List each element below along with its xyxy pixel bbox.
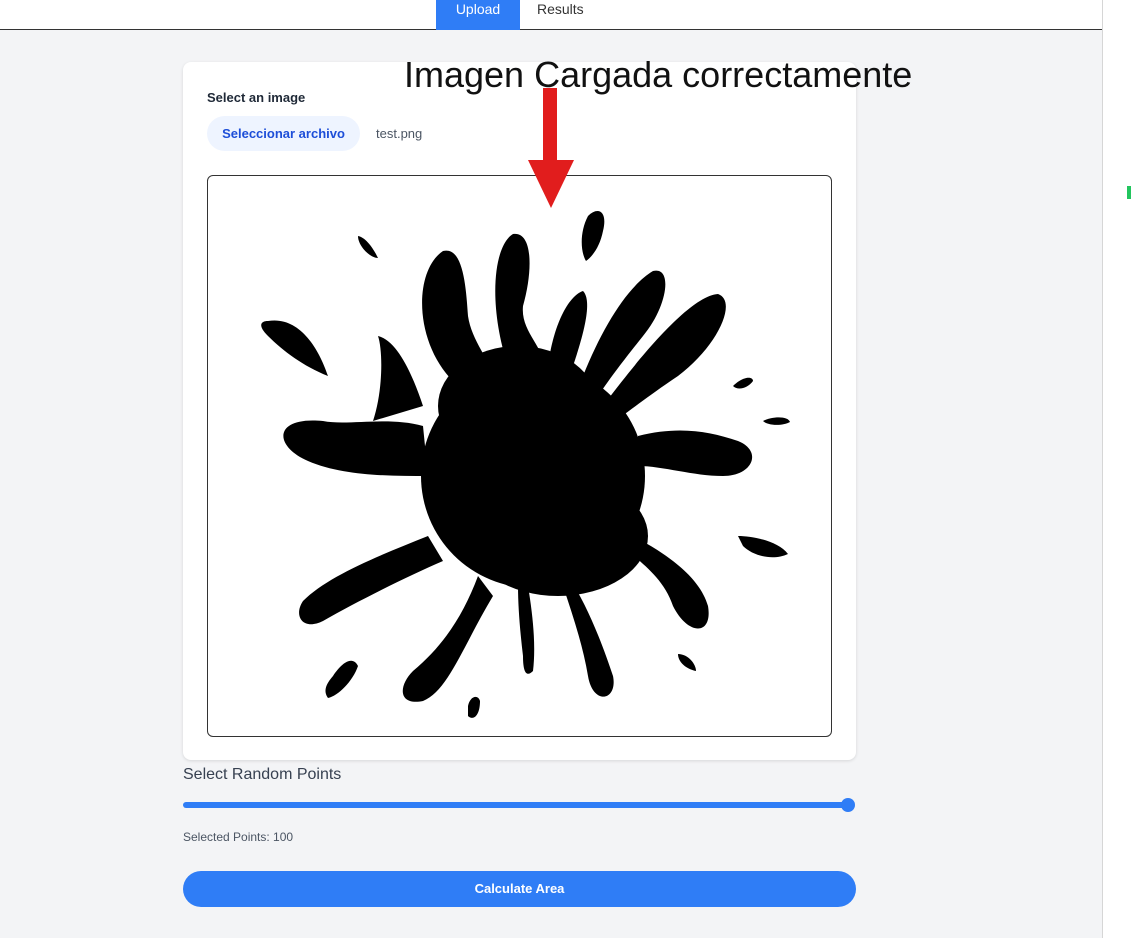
points-slider[interactable]	[183, 797, 856, 813]
tab-results[interactable]: Results	[537, 0, 597, 30]
tab-upload[interactable]: Upload	[436, 0, 520, 30]
green-status-mark	[1127, 186, 1131, 199]
selected-points-text: Selected Points: 100	[183, 830, 294, 844]
annotation-text: Imagen Cargada correctamente	[404, 54, 913, 95]
app-page: Upload Results Select an image Seleccion…	[0, 0, 1102, 938]
red-down-arrow-icon	[528, 88, 574, 208]
ink-splat-image	[261, 211, 790, 718]
calculate-area-button[interactable]: Calculate Area	[183, 871, 856, 907]
image-preview	[207, 175, 832, 737]
choose-file-button[interactable]: Seleccionar archivo	[207, 116, 360, 151]
select-random-points-title: Select Random Points	[183, 766, 342, 783]
points-slider-track	[183, 802, 848, 808]
selected-file-name: test.png	[376, 126, 423, 141]
select-image-label: Select an image	[207, 90, 306, 105]
top-tab-bar: Upload Results	[0, 0, 1102, 30]
right-edge-panel	[1102, 0, 1132, 938]
points-slider-thumb[interactable]	[841, 798, 855, 812]
